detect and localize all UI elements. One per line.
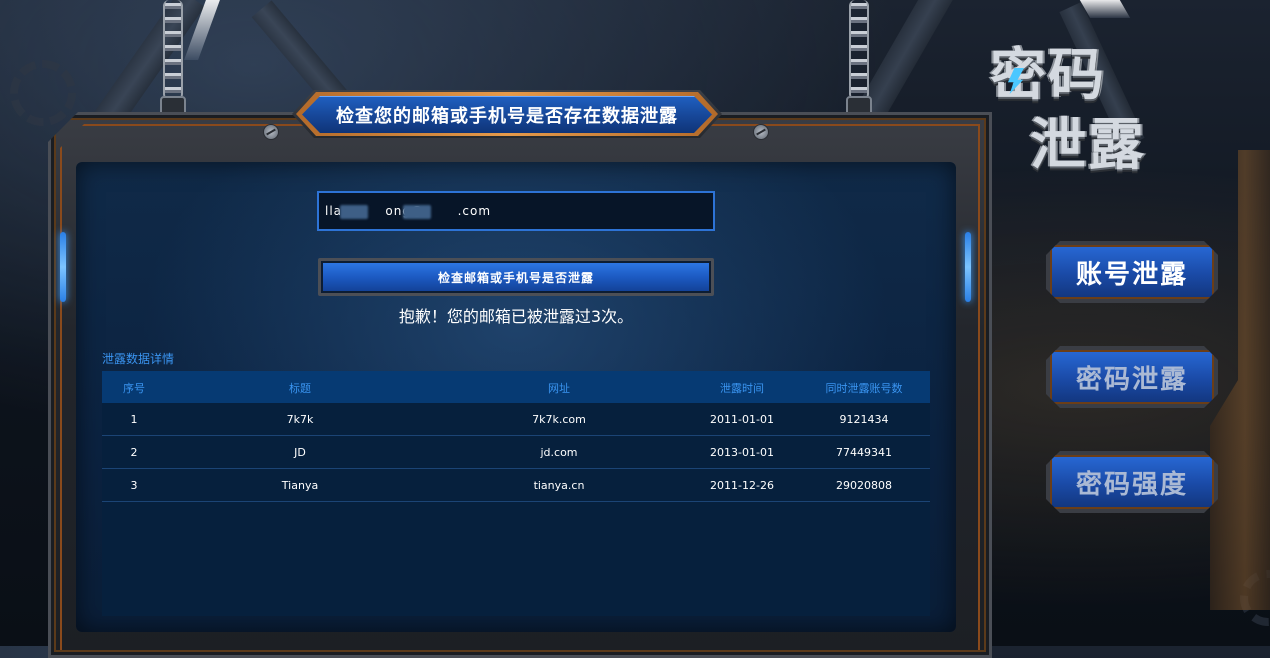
table-row: 1 7k7k 7k7k.com 2011-01-01 9121434: [102, 403, 930, 436]
screw-icon: [753, 124, 769, 140]
cell-count: 9121434: [839, 413, 889, 426]
result-message: 抱歉！您的邮箱已被泄露过3次。: [398, 307, 634, 326]
screw-icon: [263, 124, 279, 140]
frame-light-right: [965, 232, 971, 302]
redacted-blur: [340, 205, 368, 219]
table-row: 3 Tianya tianya.cn 2011-12-26 29020808: [102, 469, 930, 502]
leak-details-table: 序号 标题 网址 泄露时间 同时泄露账号数 1 7k7k 7k7k.com 20…: [102, 371, 930, 616]
cell-date: 2011-01-01: [710, 413, 774, 426]
cell-count: 29020808: [836, 479, 892, 492]
frame-light-left: [60, 232, 66, 302]
column-header-url: 网址: [548, 382, 570, 395]
account-leak-button[interactable]: 账号泄露: [1046, 241, 1218, 303]
cell-title: 7k7k: [286, 413, 314, 426]
email-input[interactable]: [317, 191, 715, 231]
password-strength-button[interactable]: 密码强度: [1046, 451, 1218, 513]
column-header-count: 同时泄露账号数: [825, 382, 903, 395]
cell-count: 77449341: [836, 446, 892, 459]
column-header-index: 序号: [123, 382, 145, 395]
table-row: 2 JD jd.com 2013-01-01 77449341: [102, 436, 930, 469]
cell-index: 1: [130, 413, 138, 426]
logo-text-line1: 密码: [990, 43, 1106, 108]
cell-title: Tianya: [281, 479, 319, 492]
cell-date: 2013-01-01: [710, 446, 774, 459]
logo-text-line2: 泄露: [1030, 113, 1146, 178]
site-logo: 密码 泄露: [990, 20, 1190, 178]
column-header-title: 标题: [289, 382, 311, 395]
right-chain: [849, 0, 869, 100]
check-leak-button[interactable]: 检查邮箱或手机号是否泄露: [318, 258, 714, 296]
details-label: 泄露数据详情: [102, 352, 175, 366]
redacted-blur: [403, 205, 431, 219]
side-decoration: [1210, 150, 1270, 610]
password-leak-button[interactable]: 密码泄露: [1046, 346, 1218, 408]
left-chain: [163, 0, 183, 100]
cell-url: tianya.cn: [533, 479, 585, 492]
cell-index: 2: [130, 446, 138, 459]
page-title: 检查您的邮箱或手机号是否存在数据泄露: [302, 96, 712, 133]
cell-index: 3: [130, 479, 138, 492]
cell-title: JD: [294, 446, 306, 459]
cell-date: 2011-12-26: [710, 479, 774, 492]
table-header: 序号 标题 网址 泄露时间 同时泄露账号数: [102, 371, 930, 403]
column-header-date: 泄露时间: [720, 382, 764, 395]
cell-url: jd.com: [540, 446, 578, 459]
cell-url: 7k7k.com: [532, 413, 586, 426]
gear-icon: [10, 60, 76, 126]
